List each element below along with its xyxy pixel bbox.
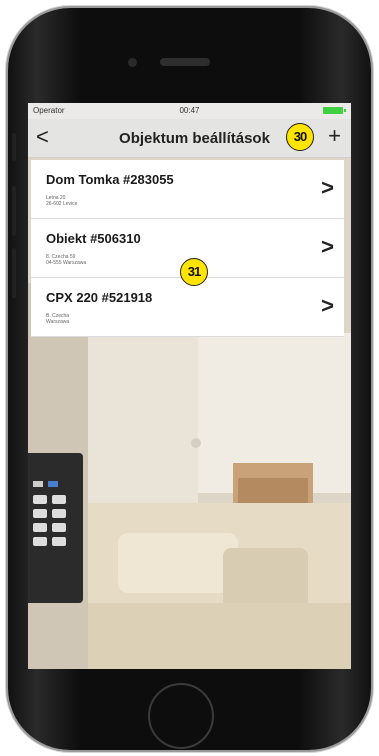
- add-object-button[interactable]: +: [328, 123, 341, 149]
- earpiece-speaker: [160, 58, 210, 66]
- chevron-right-icon: >: [321, 175, 334, 200]
- object-address-line-2: Warszawa: [46, 319, 70, 325]
- object-title: CPX 220 #521918: [46, 290, 153, 305]
- list-item[interactable]: CPX 220 #521918 B. Czecha Warszawa >: [31, 278, 344, 337]
- mute-switch: [12, 133, 16, 161]
- chevron-right-icon: >: [321, 293, 334, 318]
- annotation-badge-30: 30: [286, 123, 314, 151]
- object-address-line-2: 26-602 Levice: [46, 201, 78, 207]
- front-camera: [128, 58, 137, 67]
- object-list: Dom Tomka #283055 Letna 20 26-602 Levice…: [31, 160, 344, 337]
- chevron-right-icon: >: [321, 234, 334, 259]
- battery-icon: [323, 107, 346, 114]
- home-button[interactable]: [148, 683, 214, 749]
- status-bar: Operator 00:47: [28, 103, 351, 119]
- phone-screen: Operator 00:47 < Objektum beállítások + …: [28, 103, 351, 669]
- volume-down-button: [12, 248, 16, 298]
- object-title: Obiekt #506310: [46, 231, 141, 246]
- list-item[interactable]: Dom Tomka #283055 Letna 20 26-602 Levice…: [31, 160, 344, 219]
- annotation-badge-31: 31: [180, 258, 208, 286]
- clock: 00:47: [179, 106, 200, 115]
- volume-up-button: [12, 186, 16, 236]
- object-address-line-2: 04-555 Warszawa: [46, 260, 87, 266]
- object-title: Dom Tomka #283055: [46, 172, 174, 187]
